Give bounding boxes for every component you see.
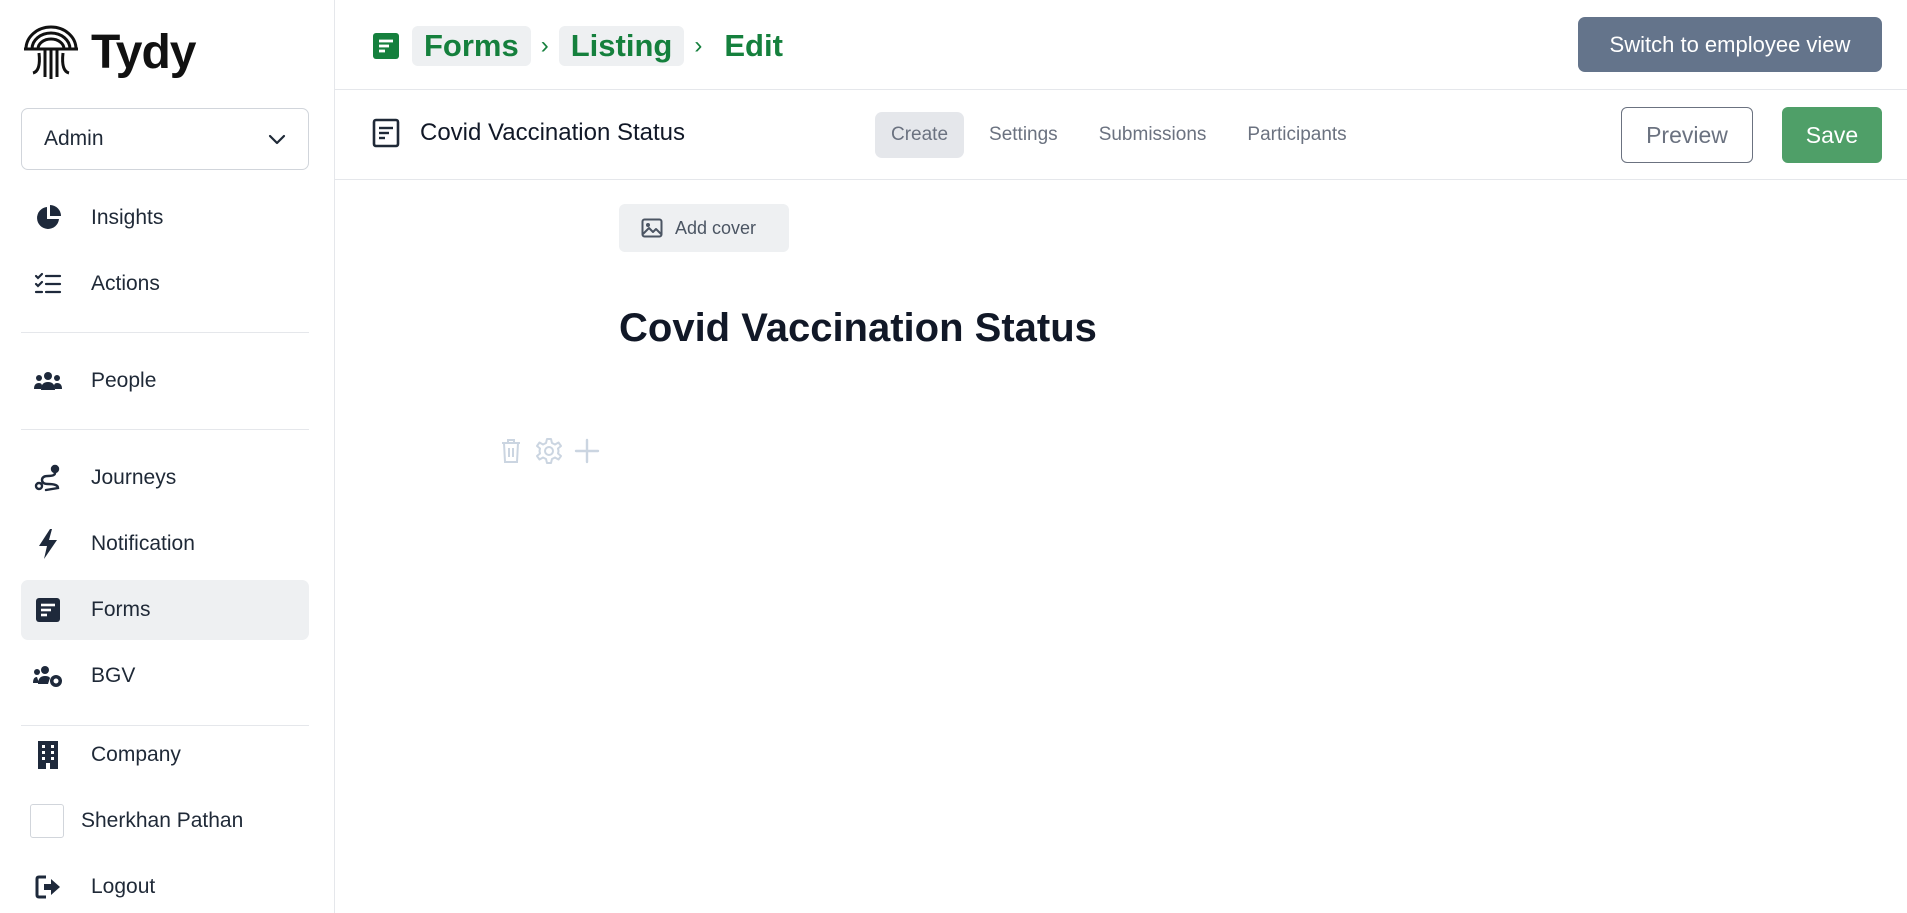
brand-logo[interactable]: Tydy [21, 22, 196, 82]
lightning-icon [33, 529, 63, 559]
sidebar-item-user[interactable]: Sherkhan Pathan [21, 791, 309, 851]
sidebar-item-label: Actions [91, 272, 160, 295]
tab-create[interactable]: Create [875, 112, 965, 158]
breadcrumb-listing[interactable]: Listing [558, 26, 685, 66]
sidebar-item-forms[interactable]: Forms [21, 580, 309, 640]
route-icon [33, 463, 63, 493]
breadcrumb: Forms › Listing › Edit [372, 24, 795, 68]
sidebar-item-label: People [91, 369, 157, 392]
sidebar-item-logout[interactable]: Logout [21, 857, 309, 913]
form-header: Covid Vaccination Status Create Settings… [335, 90, 1907, 180]
building-icon [33, 740, 63, 770]
breadcrumb-edit: Edit [724, 28, 783, 63]
document-title[interactable]: Covid Vaccination Status [619, 306, 1097, 351]
chevron-right-icon: › [540, 32, 549, 59]
form-title-group: Covid Vaccination Status [372, 118, 685, 148]
preview-button[interactable]: Preview [1621, 107, 1753, 163]
sidebar-divider [21, 429, 309, 430]
tab-settings[interactable]: Settings [973, 112, 1074, 158]
app-root: Tydy Admin Insights Actions People Journ… [0, 0, 1907, 913]
sidebar-item-journeys[interactable]: Journeys [21, 448, 309, 508]
form-title: Covid Vaccination Status [420, 119, 686, 146]
sidebar-item-label: Forms [91, 598, 151, 621]
sidebar-item-label: Company [91, 743, 181, 766]
chevron-right-icon: › [694, 32, 703, 59]
sidebar-item-company[interactable]: Company [21, 725, 309, 785]
sidebar-item-label: Logout [91, 875, 156, 898]
sidebar-item-people[interactable]: People [21, 351, 309, 411]
role-select[interactable]: Admin [21, 108, 309, 170]
role-select-value: Admin [44, 127, 104, 150]
form-icon [33, 595, 63, 625]
add-cover-button[interactable]: Add cover [619, 204, 789, 252]
gear-icon[interactable] [535, 437, 563, 465]
people-gear-icon [33, 661, 63, 691]
breadcrumb-forms[interactable]: Forms [412, 26, 531, 66]
sidebar-divider [21, 332, 309, 333]
image-icon [641, 218, 663, 238]
checklist-icon [33, 269, 63, 299]
sidebar-item-label: Sherkhan Pathan [81, 809, 244, 832]
brand-name: Tydy [91, 25, 196, 79]
switch-to-employee-view-button[interactable]: Switch to employee view [1578, 17, 1882, 72]
top-header: Forms › Listing › Edit Switch to employe… [335, 0, 1907, 90]
sidebar-item-actions[interactable]: Actions [21, 254, 309, 314]
avatar [30, 804, 64, 838]
sidebar-item-notification[interactable]: Notification [21, 514, 309, 574]
sidebar-item-label: Notification [91, 532, 195, 555]
chevron-down-icon [268, 134, 286, 145]
sidebar-item-label: Journeys [91, 466, 177, 489]
trash-icon[interactable] [497, 437, 525, 465]
logout-icon [33, 872, 63, 902]
people-icon [33, 366, 63, 396]
sidebar-item-insights[interactable]: Insights [21, 188, 309, 248]
tydy-logo-icon [24, 25, 78, 79]
sidebar-item-label: Insights [91, 206, 164, 229]
pie-chart-icon [33, 203, 63, 233]
form-tabs: Create Settings Submissions Participants [875, 112, 1363, 158]
plus-icon[interactable] [573, 437, 601, 465]
sidebar-item-bgv[interactable]: BGV [21, 646, 309, 706]
add-cover-label: Add cover [675, 217, 757, 238]
sidebar-item-label: BGV [91, 664, 136, 687]
save-button[interactable]: Save [1782, 107, 1882, 163]
form-icon [373, 33, 399, 59]
tab-submissions[interactable]: Submissions [1083, 112, 1223, 158]
sidebar: Tydy Admin Insights Actions People Journ… [0, 0, 335, 913]
tab-participants[interactable]: Participants [1231, 112, 1362, 158]
document-icon [372, 118, 400, 148]
block-toolbar [497, 437, 601, 465]
